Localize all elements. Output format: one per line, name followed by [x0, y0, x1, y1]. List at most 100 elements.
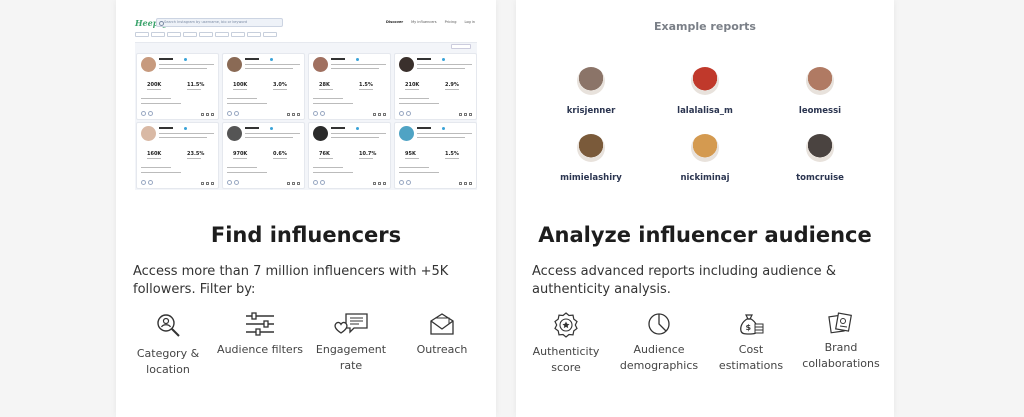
report-icon — [148, 111, 153, 116]
avatar — [691, 67, 719, 95]
example-report-tomcruise[interactable]: tomcruise — [765, 134, 875, 183]
username — [331, 127, 345, 129]
add-icon — [313, 111, 318, 116]
feature-category-location: Category & location — [123, 312, 213, 378]
username — [417, 127, 431, 129]
save-icon — [287, 113, 290, 116]
bio-line — [159, 133, 214, 134]
verified-icon — [442, 58, 445, 61]
avatar — [806, 67, 834, 95]
report-icon — [148, 180, 153, 185]
chat-icon — [206, 113, 209, 116]
example-report-leomessi[interactable]: leomessi — [765, 67, 875, 116]
save-icon — [201, 182, 204, 185]
example-username: leomessi — [798, 106, 842, 116]
followers-label — [405, 158, 419, 159]
add-icon — [141, 180, 146, 185]
verified-icon — [356, 127, 359, 130]
sliders-icon — [246, 312, 274, 336]
example-report-lalalalisa-m[interactable]: lalalalisa_m — [650, 67, 760, 116]
engagement-label — [187, 158, 201, 159]
followers-label — [405, 89, 419, 90]
followers-value: 160K — [147, 151, 162, 157]
example-reports-title: Example reports — [654, 20, 756, 33]
followers-value: 95K — [405, 151, 416, 157]
bookmark-icon — [297, 182, 300, 185]
chat-icon — [378, 182, 381, 185]
engagement-value: 10.7% — [359, 151, 377, 157]
engagement-label — [359, 89, 373, 90]
tag-line — [141, 172, 181, 173]
tag-line — [141, 167, 171, 168]
example-report-krisjenner[interactable]: krisjenner — [536, 67, 646, 116]
nav-item-my-influencers: My influencers — [411, 20, 437, 24]
username — [245, 58, 259, 60]
tag-line — [313, 103, 353, 104]
bio-line — [245, 137, 293, 138]
bookmark-icon — [469, 113, 472, 116]
verified-icon — [184, 58, 187, 61]
feature-label: Engagement rate — [315, 343, 387, 372]
report-icon — [406, 111, 411, 116]
followers-label — [233, 158, 247, 159]
magnifier-search-icon — [157, 314, 180, 337]
report-icon — [234, 111, 239, 116]
find-influencers-heading: Find influencers — [210, 223, 402, 247]
award-badge-icon — [554, 312, 578, 338]
bookmark-icon — [297, 113, 300, 116]
bio-line — [245, 64, 300, 65]
save-icon — [459, 113, 462, 116]
filter-chip — [263, 32, 277, 37]
bookmark-icon — [211, 113, 214, 116]
influencer-card: 95K 1.5% — [394, 122, 477, 189]
avatar — [227, 126, 242, 141]
feature-audience-demographics: Audience demographics — [614, 312, 704, 374]
envelope-icon — [430, 313, 454, 335]
example-username: krisjenner — [566, 106, 616, 116]
nav-item-pricing: Pricing — [444, 20, 457, 24]
followers-label — [147, 89, 161, 90]
feature-label: Audience demographics — [619, 343, 699, 372]
followers-value: 210K — [405, 82, 420, 88]
example-username: mimielashiry — [560, 173, 622, 183]
avatar — [141, 126, 156, 141]
influencer-card: 210K 2.9% — [394, 53, 477, 120]
feature-label: Outreach — [416, 343, 468, 356]
tag-line — [141, 103, 181, 104]
report-icon — [320, 180, 325, 185]
followers-value: 200K — [147, 82, 162, 88]
filter-chip — [215, 32, 229, 37]
followers-label — [319, 158, 333, 159]
feature-outreach: Outreach — [397, 312, 487, 358]
analyze-audience-card: Example reports krisjenner lalalalisa_m … — [516, 0, 894, 417]
bio-line — [417, 64, 472, 65]
followers-label — [147, 158, 161, 159]
add-icon — [313, 180, 318, 185]
chat-icon — [292, 182, 295, 185]
avatar — [141, 57, 156, 72]
engagement-label — [187, 89, 201, 90]
username — [159, 127, 173, 129]
tag-line — [227, 103, 267, 104]
username — [159, 58, 173, 60]
example-report-mimielashiry[interactable]: mimielashiry — [536, 134, 646, 183]
bio-line — [331, 137, 379, 138]
followers-value: 28K — [319, 82, 330, 88]
find-influencers-card: Heepsy Search Instagram by username, bio… — [116, 0, 496, 417]
chat-icon — [378, 113, 381, 116]
engagement-value: 11.5% — [187, 82, 205, 88]
tag-line — [227, 98, 257, 99]
report-icon — [406, 180, 411, 185]
avatar — [227, 57, 242, 72]
bookmark-icon — [469, 182, 472, 185]
sort-select — [451, 44, 471, 49]
pie-chart-icon — [648, 313, 670, 335]
bio-line — [331, 133, 386, 134]
feature-cost-estimations: $ Cost estimations — [706, 312, 796, 374]
example-username: nickiminaj — [680, 173, 730, 183]
influencer-card: 970K 0.6% — [222, 122, 305, 189]
tag-line — [399, 172, 439, 173]
example-report-nickiminaj[interactable]: nickiminaj — [650, 134, 760, 183]
add-icon — [141, 111, 146, 116]
feature-label: Cost estimations — [718, 343, 784, 372]
